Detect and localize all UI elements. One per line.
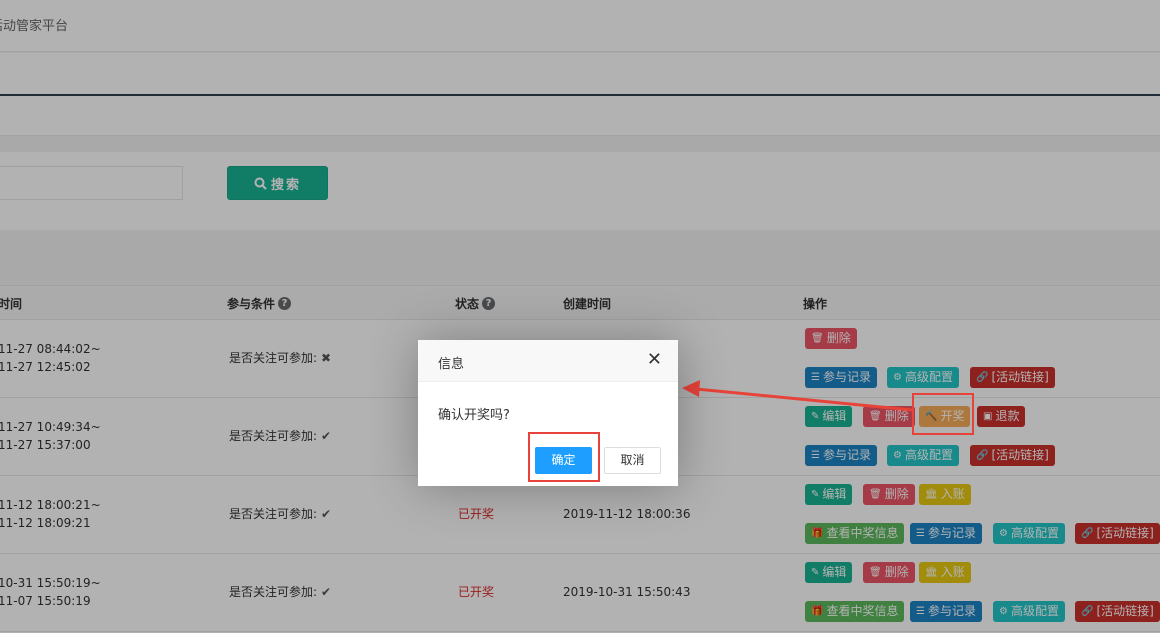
confirm-button-highlight [528,432,600,482]
dialog-header: 信息 ✕ [418,340,678,382]
cancel-button[interactable]: 取消 [604,447,661,474]
dialog-title: 信息 [438,357,465,372]
close-icon[interactable]: ✕ [647,350,662,370]
dialog-message: 确认开奖吗? [438,408,510,423]
annotation-arrow-icon [682,380,913,412]
